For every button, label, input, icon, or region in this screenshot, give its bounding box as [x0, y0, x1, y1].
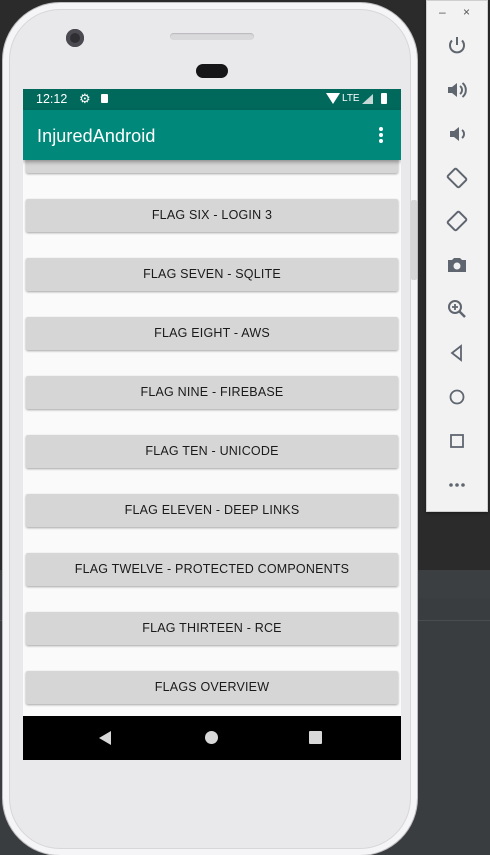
power-icon[interactable]: [445, 34, 469, 58]
recents-icon[interactable]: [309, 731, 322, 744]
flag-seven-button[interactable]: FLAG SEVEN - SQLITE: [26, 258, 398, 291]
flag-eleven-button[interactable]: FLAG ELEVEN - DEEP LINKS: [26, 494, 398, 527]
screenshot-icon[interactable]: [445, 253, 469, 277]
flag-five-button[interactable]: FLAG FIVE - EXPORTED BROADCAST RECEIVER: [26, 160, 398, 173]
flag-twelve-button[interactable]: FLAG TWELVE - PROTECTED COMPONENTS: [26, 553, 398, 586]
wifi-icon: [326, 93, 340, 104]
signal-icon: [362, 94, 373, 104]
flag-eight-button[interactable]: FLAG EIGHT - AWS: [26, 317, 398, 350]
flag-six-button[interactable]: FLAG SIX - LOGIN 3: [26, 199, 398, 232]
flags-overview-button[interactable]: FLAGS OVERVIEW: [26, 671, 398, 704]
home-icon[interactable]: [205, 731, 218, 744]
gear-icon: ⚙: [79, 91, 91, 106]
volume-up-icon[interactable]: [445, 78, 469, 102]
close-button[interactable]: ×: [463, 5, 470, 19]
status-time: 12:12: [36, 92, 68, 106]
rotate-right-icon[interactable]: [445, 209, 469, 233]
app-title: InjuredAndroid: [37, 126, 156, 146]
zoom-icon[interactable]: [445, 297, 469, 321]
overview-icon[interactable]: [445, 429, 469, 453]
back-icon[interactable]: [445, 341, 469, 365]
volume-down-icon[interactable]: [445, 122, 469, 146]
app-toolbar: InjuredAndroid: [23, 110, 401, 160]
emulator-toolbar: – ×: [426, 0, 488, 512]
back-icon[interactable]: [99, 731, 111, 745]
flag-nine-button[interactable]: FLAG NINE - FIREBASE: [26, 376, 398, 409]
emulator-window: 12:12 ⚙ LTE InjuredAndroid FLAG FIVE: [0, 0, 490, 855]
device-screen: 12:12 ⚙ LTE InjuredAndroid FLAG FIVE: [23, 89, 401, 760]
status-bar: 12:12 ⚙ LTE: [23, 89, 401, 110]
sd-card-icon: [101, 94, 108, 103]
minimize-button[interactable]: –: [439, 5, 446, 19]
home-icon[interactable]: [445, 385, 469, 409]
device-frame: 12:12 ⚙ LTE InjuredAndroid FLAG FIVE: [2, 2, 418, 855]
flag-list[interactable]: FLAG FIVE - EXPORTED BROADCAST RECEIVER …: [23, 160, 401, 716]
flag-ten-button[interactable]: FLAG TEN - UNICODE: [26, 435, 398, 468]
battery-icon: [381, 93, 387, 104]
earpiece-speaker: [170, 33, 254, 40]
more-vert-icon[interactable]: [371, 124, 391, 146]
flag-thirteen-button[interactable]: FLAG THIRTEEN - RCE: [26, 612, 398, 645]
navigation-bar: [23, 716, 401, 760]
network-type: LTE: [342, 93, 360, 104]
front-camera: [66, 29, 84, 47]
more-icon[interactable]: [445, 473, 469, 497]
device-side-button: [411, 200, 417, 280]
rotate-left-icon[interactable]: [445, 166, 469, 190]
proximity-sensor: [196, 64, 228, 78]
